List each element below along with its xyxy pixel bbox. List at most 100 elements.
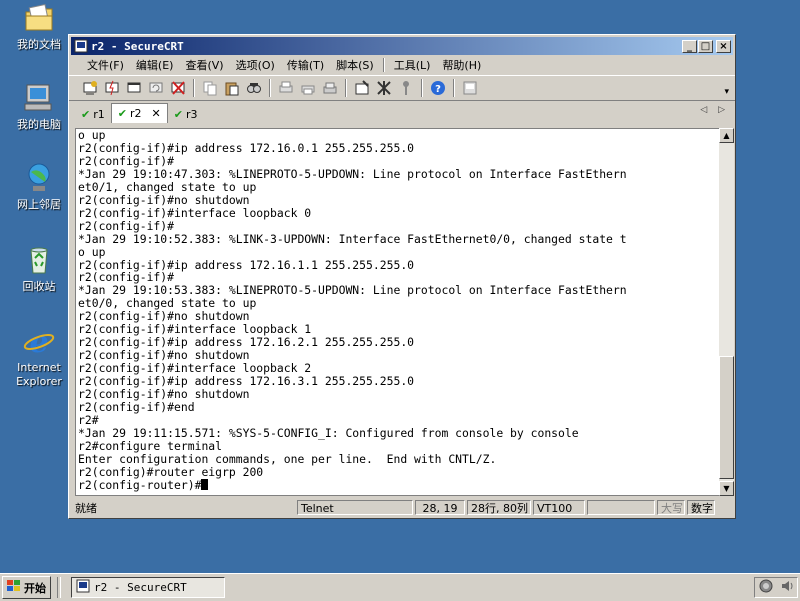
menu-edit[interactable]: 编辑(E) — [130, 57, 180, 73]
taskbar: 开始 r2 - SecureCRT — [0, 573, 800, 601]
tab-scroll-right-icon[interactable]: ▷ — [718, 105, 725, 115]
help-icon[interactable]: ? — [428, 78, 448, 98]
connect-icon[interactable] — [80, 78, 100, 98]
connected-check-icon: ✔ — [117, 107, 127, 120]
securecrt-app-icon — [74, 39, 88, 53]
terminal-line: r2(config-if)#no shutdown — [78, 387, 250, 402]
tray-speaker-icon[interactable] — [780, 579, 794, 596]
menu-file[interactable]: 文件(F) — [81, 57, 130, 73]
scrollbar-thumb[interactable] — [719, 356, 734, 479]
tab-r1[interactable]: ✔ r1 — [75, 105, 111, 123]
connected-check-icon: ✔ — [81, 107, 91, 121]
terminal-line: r2(config-if)# — [78, 218, 175, 233]
terminal-line: et0/1, changed state to up — [78, 179, 257, 194]
close-tab-icon[interactable]: ✕ — [152, 107, 161, 120]
system-tray — [754, 577, 798, 598]
maximize-button[interactable]: □ — [698, 39, 713, 53]
svg-text:?: ? — [435, 84, 441, 95]
print-icon[interactable] — [276, 78, 296, 98]
tab-r2[interactable]: ✔ r2 ✕ — [110, 103, 168, 123]
terminal-line: et0/0, changed state to up — [78, 296, 257, 311]
terminal-line: r2(config-if)#ip address 172.16.3.1 255.… — [78, 374, 415, 389]
terminal-line: r2(config-if)# — [78, 270, 175, 285]
terminal-line: r2(config-if)#interface loopback 2 — [78, 361, 312, 376]
minimize-button[interactable]: _ — [682, 39, 697, 53]
status-emulation: VT100 — [533, 500, 585, 515]
status-bar: 就绪 Telnet 28, 19 28行, 80列 VT100 大写 数字 — [71, 498, 733, 517]
taskbar-item-label: r2 - SecureCRT — [94, 581, 187, 594]
tab-scroll-left-icon[interactable]: ◁ — [700, 105, 707, 115]
desktop-icon-recycle-bin[interactable]: 回收站 — [4, 244, 74, 294]
terminal-line: r2(config-if)#no shutdown — [78, 309, 250, 324]
recycle-bin-icon — [23, 244, 55, 276]
menu-transfer[interactable]: 传输(T) — [281, 57, 330, 73]
terminal-line: *Jan 29 19:11:15.571: %SYS-5-CONFIG_I: C… — [78, 425, 579, 440]
global-options-icon[interactable] — [374, 78, 394, 98]
window-title: r2 - SecureCRT — [91, 39, 184, 53]
print-selection-icon[interactable] — [298, 78, 318, 98]
terminal-line: r2(config-if)#ip address 172.16.1.1 255.… — [78, 257, 415, 272]
menu-help[interactable]: 帮助(H) — [436, 57, 487, 73]
terminal-line: *Jan 29 19:10:52.383: %LINK-3-UPDOWN: In… — [78, 231, 627, 246]
printer-icon[interactable] — [320, 78, 340, 98]
window-titlebar[interactable]: r2 - SecureCRT _ □ × — [71, 37, 733, 55]
toolbar-separator — [345, 79, 347, 97]
network-places-icon — [23, 162, 55, 194]
toolbar-overflow-icon[interactable]: ▾ — [724, 87, 729, 97]
find-icon[interactable] — [244, 78, 264, 98]
menu-script[interactable]: 脚本(S) — [330, 57, 380, 73]
desktop-icon-network-places[interactable]: 网上邻居 — [4, 162, 74, 212]
desktop-icon-internet-explorer[interactable]: e Internet Explorer — [4, 325, 74, 389]
terminal-line: Enter configuration commands, one per li… — [78, 451, 497, 466]
quick-connect-icon[interactable] — [102, 78, 122, 98]
scroll-down-icon[interactable]: ▼ — [719, 481, 734, 496]
terminal-scrollbar[interactable]: ▲ ▼ — [719, 128, 734, 496]
paste-icon[interactable] — [222, 78, 242, 98]
terminal-output[interactable]: o up r2(config-if)#ip address 172.16.0.1… — [75, 128, 720, 496]
status-num: 数字 — [687, 500, 715, 515]
internet-explorer-icon: e — [23, 325, 55, 360]
desktop-icon-my-documents[interactable]: 我的文档 — [4, 2, 74, 52]
menu-view[interactable]: 查看(V) — [179, 57, 229, 73]
menu-tools[interactable]: 工具(L) — [388, 57, 437, 73]
terminal-cursor — [201, 478, 209, 490]
terminal-line: r2(config-if)# — [78, 153, 175, 168]
keymap-icon[interactable] — [396, 78, 416, 98]
copy-icon[interactable] — [200, 78, 220, 98]
menu-options[interactable]: 选项(O) — [230, 57, 281, 73]
tab-r3[interactable]: ✔ r3 — [168, 105, 204, 123]
status-caps: 大写 — [657, 500, 685, 515]
toolbar-separator — [421, 79, 423, 97]
taskbar-item-securecrt[interactable]: r2 - SecureCRT — [71, 577, 225, 598]
menu-bar: 文件(F) 编辑(E) 查看(V) 选项(O) 传输(T) 脚本(S) 工具(L… — [69, 55, 735, 75]
scroll-up-icon[interactable]: ▲ — [719, 128, 734, 143]
connect-in-tab-icon[interactable] — [124, 78, 144, 98]
my-documents-icon — [23, 2, 55, 34]
status-cursor-position: 28, 19 — [415, 500, 465, 515]
tray-network-icon[interactable] — [759, 579, 773, 596]
chat-window-icon[interactable] — [460, 78, 480, 98]
terminal-line: r2(config-if)#no shutdown — [78, 192, 250, 207]
start-button[interactable]: 开始 — [2, 576, 51, 599]
terminal-line: r2# — [78, 412, 99, 427]
terminal-line: r2(config-if)#no shutdown — [78, 348, 250, 363]
windows-logo-icon — [7, 580, 21, 595]
my-computer-icon — [23, 82, 55, 114]
terminal-prompt: r2(config-router)# — [78, 477, 202, 492]
reconnect-icon[interactable] — [146, 78, 166, 98]
session-tabs: ✔ r1 ✔ r2 ✕ ✔ r3 ◁ ▷ — [69, 101, 735, 123]
terminal-line: r2(config-if)#end — [78, 400, 195, 415]
terminal-line: o up — [78, 128, 106, 142]
taskbar-separator — [57, 577, 61, 598]
menu-separator — [382, 58, 385, 72]
toolbar-separator — [453, 79, 455, 97]
close-button[interactable]: × — [716, 39, 731, 53]
terminal-text: o up r2(config-if)#ip address 172.16.0.1… — [76, 129, 719, 492]
disconnect-icon[interactable] — [168, 78, 188, 98]
desktop-icon-my-computer[interactable]: 我的电脑 — [4, 82, 74, 132]
terminal-line: r2(config)#router eigrp 200 — [78, 464, 264, 479]
tab-label: r2 — [129, 107, 142, 120]
session-options-icon[interactable] — [352, 78, 372, 98]
terminal-line: r2(config-if)#interface loopback 0 — [78, 205, 312, 220]
status-dimensions: 28行, 80列 — [467, 500, 531, 515]
